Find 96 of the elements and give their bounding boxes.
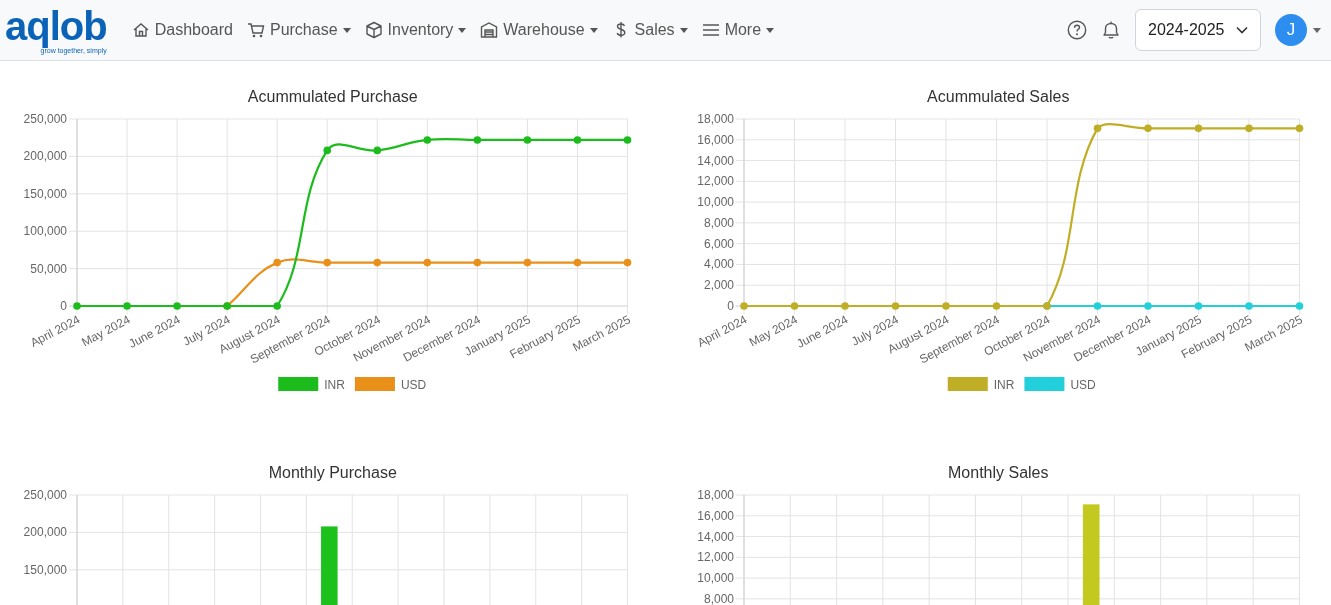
data-point — [891, 302, 899, 310]
axis-label: 8,000 — [703, 215, 734, 230]
data-point — [1295, 124, 1303, 133]
data-point — [173, 302, 181, 310]
data-point — [941, 302, 950, 310]
data-point — [123, 302, 131, 310]
data-point — [1093, 302, 1101, 310]
data-point — [323, 258, 332, 267]
axis-label: 6,000 — [703, 236, 734, 251]
help-icon[interactable] — [1067, 20, 1087, 40]
caret-icon — [1313, 27, 1321, 33]
axis-label: 150,000 — [23, 186, 67, 201]
data-point — [273, 258, 281, 267]
data-point — [73, 302, 81, 310]
data-point — [373, 146, 382, 155]
data-point — [423, 136, 432, 144]
data-point — [573, 258, 582, 267]
data-point — [273, 302, 281, 310]
bell-icon[interactable] — [1101, 20, 1121, 40]
axis-label: 16,000 — [696, 508, 734, 523]
warehouse-icon — [480, 21, 499, 39]
data-point — [1194, 124, 1202, 133]
axis-label: 10,000 — [696, 571, 734, 586]
nav-menu-item[interactable]: Warehouse — [473, 12, 605, 48]
home-icon — [131, 21, 150, 39]
caret-icon — [458, 27, 467, 33]
data-point — [523, 136, 532, 144]
axis-label: April 2024 — [694, 312, 749, 350]
legend-label[interactable]: USD — [400, 378, 427, 392]
caret-icon — [342, 27, 351, 33]
data-point — [790, 302, 798, 310]
axis-label: 16,000 — [696, 132, 734, 147]
nav-menu-item[interactable]: Purchase — [239, 12, 358, 48]
data-point — [423, 258, 432, 267]
legend-swatch[interactable] — [947, 377, 988, 391]
logo-text[interactable]: aqlob — [5, 5, 107, 47]
chevron-down-icon — [1236, 26, 1248, 34]
axis-label: 18,000 — [696, 488, 734, 502]
axis-label: 0 — [726, 299, 734, 313]
data-point — [523, 258, 532, 267]
menu-icon — [701, 21, 720, 39]
caret-icon — [589, 27, 598, 33]
nav-menu-item[interactable]: Inventory — [357, 12, 474, 48]
axis-label: 250,000 — [23, 488, 67, 502]
caret-icon — [766, 27, 775, 33]
data-point — [373, 258, 382, 267]
axis-label: 100,000 — [23, 224, 67, 239]
chart-title: Monthly Sales — [947, 463, 1050, 483]
data-point — [840, 302, 849, 310]
legend-swatch[interactable] — [278, 377, 319, 391]
chart-title: Monthly Purchase — [267, 463, 398, 483]
axis-label: April 2024 — [28, 312, 83, 350]
axis-label: 2,000 — [703, 278, 734, 293]
data-point — [473, 258, 482, 267]
caret-icon — [679, 27, 688, 33]
legend-label[interactable]: INR — [324, 378, 345, 392]
data-point — [1093, 124, 1101, 133]
axis-label: 18,000 — [696, 112, 734, 126]
data-point — [1244, 124, 1253, 133]
data-point — [739, 302, 748, 310]
axis-label: 10,000 — [696, 195, 734, 210]
legend-label[interactable]: INR — [993, 378, 1014, 392]
data-point — [1143, 124, 1152, 133]
axis-label: 4,000 — [703, 257, 734, 272]
data-point — [1143, 302, 1152, 310]
axis-label: 14,000 — [696, 529, 734, 544]
nav-menu-item[interactable]: Dashboard — [124, 12, 240, 48]
data-point — [623, 136, 632, 144]
axis-label: 200,000 — [23, 525, 67, 540]
year-select[interactable]: 2024-2025 — [1135, 9, 1261, 51]
nav-menu-item[interactable]: More — [694, 12, 782, 48]
data-point — [1244, 302, 1253, 310]
axis-label: 12,000 — [696, 174, 734, 189]
cart-icon — [246, 21, 265, 39]
axis-label: 200,000 — [23, 149, 67, 164]
chart-title: Acummulated Purchase — [246, 87, 419, 107]
axis-label: 250,000 — [23, 112, 67, 126]
data-point — [323, 146, 332, 155]
legend-label[interactable]: USD — [1069, 378, 1096, 392]
data-point — [623, 258, 632, 267]
axis-label: 0 — [60, 299, 67, 313]
legend-swatch[interactable] — [1023, 377, 1064, 391]
axis-label: 50,000 — [30, 261, 67, 276]
axis-label: 14,000 — [696, 153, 734, 168]
nav-menu-item[interactable]: Sales — [604, 12, 695, 48]
axis-label: 150,000 — [23, 562, 67, 577]
data-point — [573, 136, 582, 144]
axis-label: 12,000 — [696, 550, 734, 565]
box-icon — [364, 21, 383, 39]
data-point — [1295, 302, 1303, 310]
data-point — [1194, 302, 1202, 310]
data-point — [992, 302, 1000, 310]
data-point — [473, 136, 482, 144]
legend-swatch[interactable] — [354, 377, 395, 391]
axis-label: 8,000 — [703, 591, 734, 605]
chart-title: Acummulated Sales — [926, 87, 1071, 107]
